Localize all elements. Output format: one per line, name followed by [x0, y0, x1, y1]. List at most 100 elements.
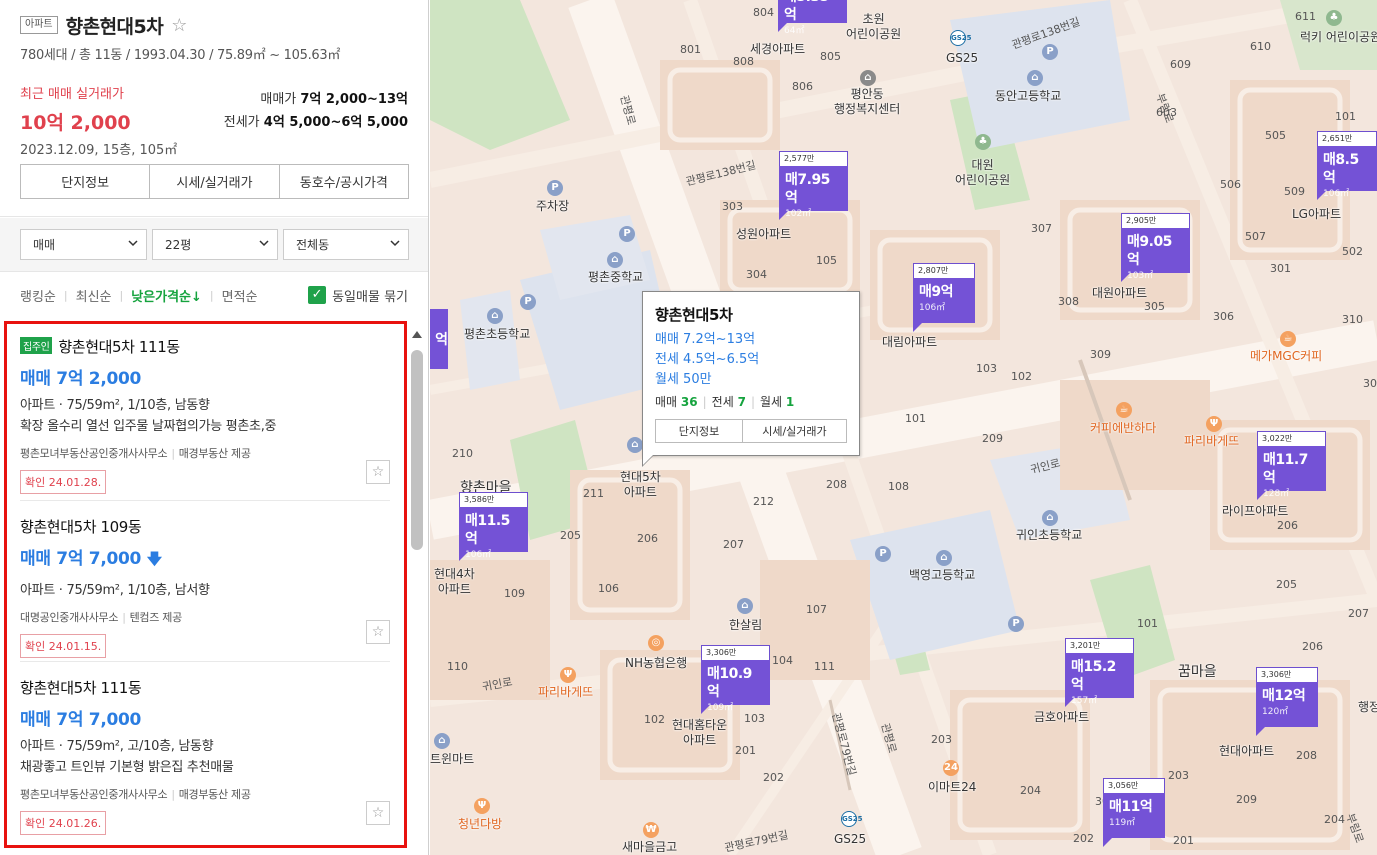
block-number: 210 [452, 447, 473, 460]
marker-unit-price: 3,586만 [459, 492, 528, 507]
bank-label: NH농협은행 [625, 656, 688, 670]
marker-area: 109㎡ [707, 703, 734, 713]
price-marker-clipped[interactable]: 억 [430, 309, 448, 369]
listing-agent: 평촌모녀부동산공인중개사사무소 [20, 788, 168, 801]
marker-price: 매11억 [1109, 799, 1153, 815]
popup-complex-info-button[interactable]: 단지정보 [656, 420, 743, 442]
price-marker[interactable]: 2,651만 매8.5억 106㎡ [1317, 131, 1377, 200]
price-marker[interactable]: 매5.35억 64㎡ [778, 0, 847, 36]
marker-price: 매11.7억 [1263, 452, 1308, 486]
apt-label: 금호아파트 [1034, 710, 1090, 724]
map-view[interactable]: 초원 어린이공원 ♣ 럭키 어린이공원 세경아파트 GS25 GS25 P ⌂ … [430, 0, 1377, 855]
apt-label: 대원아파트 [1092, 286, 1148, 300]
cafe-icon: ☕ [1116, 402, 1132, 418]
sort-area[interactable]: 면적순 [222, 286, 258, 305]
sort-low-price[interactable]: 낮은가격순↓ [131, 286, 202, 305]
tab-complex-info[interactable]: 단지정보 [21, 165, 151, 198]
price-marker[interactable]: 3,022만 매11.7억 128㎡ [1257, 431, 1326, 500]
tab-price-history[interactable]: 시세/실거래가 [150, 165, 280, 198]
recent-price-detail: 2023.12.09, 15층, 105㎡ [20, 143, 178, 158]
price-marker[interactable]: 3,201만 매15.2억 157㎡ [1065, 638, 1134, 707]
apt-label: 라이프아파트 [1222, 504, 1289, 518]
listing-item[interactable]: 집주인 향촌현대5차 111동 매매 7억 2,000 아파트 · 75/59m²… [20, 336, 390, 494]
building-icon: ⌂ [627, 437, 643, 453]
sort-latest[interactable]: 최신순 [76, 286, 112, 305]
block-number: 109 [504, 587, 525, 600]
count-sale: 36 [680, 395, 698, 409]
favorite-star-icon[interactable]: ☆ [171, 15, 187, 36]
apt-label: 대림아파트 [882, 335, 938, 349]
scroll-up-arrow-icon[interactable] [412, 331, 422, 338]
block-number: 211 [583, 487, 604, 500]
cafe-label: 청년다방 [458, 817, 503, 831]
tab-unit-official-price[interactable]: 동호수/공시가격 [280, 165, 408, 198]
school-label: 동안고등학교 [995, 89, 1062, 103]
complex-popup: 향촌현대5차 매매 7.2억~13억 전세 4.5억~6.5억 월세 50만 매… [642, 291, 860, 467]
block-number: 206 [637, 532, 658, 545]
marker-area: 103㎡ [1127, 271, 1154, 281]
price-marker[interactable]: 2,905만 매9.05억 103㎡ [1121, 213, 1190, 282]
marker-unit-price: 3,022만 [1257, 431, 1326, 446]
popup-jeonse-range: 전세 4.5억~6.5억 [655, 352, 760, 367]
popup-price-history-button[interactable]: 시세/실거래가 [743, 420, 846, 442]
store-label: 트윈마트 [430, 752, 475, 766]
block-number: 102 [1011, 370, 1032, 383]
marker-unit-price: 2,807만 [913, 263, 975, 278]
poi-park-label: 대원 어린이공원 [955, 158, 1011, 187]
marker-area: 64㎡ [784, 26, 805, 36]
trade-type-value: 매매 [33, 238, 56, 252]
bakery-icon: Ψ [560, 667, 576, 683]
apt-label: 세경아파트 [750, 42, 806, 56]
sort-ranking[interactable]: 랭킹순 [20, 286, 56, 305]
divider [20, 661, 390, 662]
poi-park-label: 초원 어린이공원 [846, 12, 902, 41]
size-value: 22평 [165, 238, 192, 252]
marker-price: 매9.05억 [1127, 234, 1172, 268]
parking-icon: P [875, 546, 891, 562]
complex-specs: 780세대 / 총 11동 / 1993.04.30 / 75.89㎡ ~ 10… [20, 48, 341, 63]
block-number: 103 [976, 362, 997, 375]
bank-icon: ₩ [643, 822, 659, 838]
price-marker[interactable]: 3,306만 매10.9억 109㎡ [701, 645, 770, 714]
scrollbar-thumb[interactable] [411, 350, 423, 550]
park-icon: ♣ [975, 134, 991, 150]
block-number: 204 [1020, 784, 1041, 797]
marker-area: 106㎡ [465, 550, 492, 560]
marker-area: 157㎡ [1071, 696, 1098, 706]
favorite-star-icon[interactable]: ☆ [366, 801, 390, 825]
apt-label: 현대홈타운 아파트 [672, 718, 728, 747]
trade-type-select[interactable]: 매매 [20, 229, 147, 260]
price-marker[interactable]: 3,056만 매11억 119㎡ [1103, 778, 1165, 847]
cafe-label: 커피에반하다 [1090, 421, 1157, 435]
price-marker[interactable]: 2,807만 매9억 106㎡ [913, 263, 975, 332]
marker-price: 매7.95억 [785, 172, 830, 206]
listing-price: 매매 7억 7,000 [20, 549, 142, 569]
jeonse-range: 4억 5,000~6억 5,000 [263, 115, 408, 130]
listing-item[interactable]: 향촌현대5차 109동 매매 7억 7,000 🡇 아파트 · 75/59m²,… [20, 516, 390, 658]
price-marker[interactable]: 3,586만 매11.5억 106㎡ [459, 492, 528, 561]
sale-range: 7억 2,000~13억 [300, 92, 408, 107]
owner-badge: 집주인 [20, 337, 53, 354]
block-number: 301 [1270, 262, 1291, 275]
favorite-star-icon[interactable]: ☆ [366, 460, 390, 484]
size-select[interactable]: 22평 [152, 229, 278, 260]
popup-sale-range: 매매 7.2억~13억 [655, 332, 756, 347]
listing-agent: 대명공인중개사사무소 [20, 611, 119, 624]
apt-label: 현대5차 아파트 [620, 470, 661, 499]
block-number: 507 [1245, 230, 1266, 243]
group-same-toggle[interactable]: ✓ 동일매물 묶기 [308, 286, 408, 305]
count-jeonse-label: 전세 [711, 395, 734, 409]
marker-price: 매15.2억 [1071, 659, 1116, 693]
listing-item[interactable]: 향촌현대5차 111동 매매 7억 7,000 아파트 · 75/59m², 고… [20, 677, 390, 835]
block-number: 306 [1213, 310, 1234, 323]
school-icon: ⌂ [1027, 70, 1043, 86]
marker-unit-price: 3,201만 [1065, 638, 1134, 653]
block-number: 108 [888, 480, 909, 493]
complex-header: 아파트 향촌현대5차 ☆ 780세대 / 총 11동 / 1993.04.30 … [0, 0, 428, 217]
price-marker[interactable]: 3,306만 매12억 120㎡ [1256, 667, 1318, 736]
shopping-icon: ⌂ [434, 733, 450, 749]
price-marker[interactable]: 2,577만 매7.95억 102㎡ [779, 151, 848, 220]
building-select[interactable]: 전체동 [283, 229, 409, 260]
favorite-star-icon[interactable]: ☆ [366, 620, 390, 644]
marker-unit-price: 3,306만 [1256, 667, 1318, 682]
